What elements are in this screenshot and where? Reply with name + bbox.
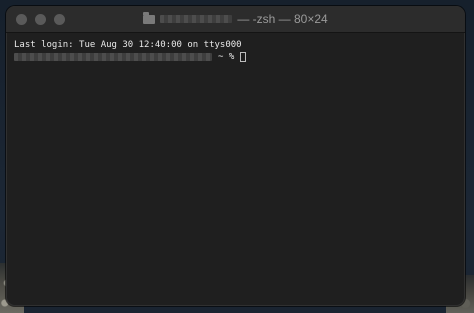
terminal-window[interactable]: — -zsh — 80×24 Last login: Tue Aug 30 12… — [6, 6, 465, 306]
title-text: — -zsh — 80×24 — [237, 12, 328, 26]
redacted-folder-name — [160, 15, 233, 23]
text-cursor[interactable] — [240, 52, 247, 62]
prompt-symbol: ~ % — [218, 52, 235, 62]
prompt-line: ~ % — [14, 51, 457, 63]
redacted-user-host — [14, 53, 212, 61]
title-bar[interactable]: — -zsh — 80×24 — [6, 6, 465, 33]
folder-icon — [143, 11, 156, 24]
last-login-line: Last login: Tue Aug 30 12:40:00 on ttys0… — [14, 40, 242, 50]
window-title: — -zsh — 80×24 — [6, 11, 465, 26]
terminal-content[interactable]: Last login: Tue Aug 30 12:40:00 on ttys0… — [6, 33, 465, 69]
